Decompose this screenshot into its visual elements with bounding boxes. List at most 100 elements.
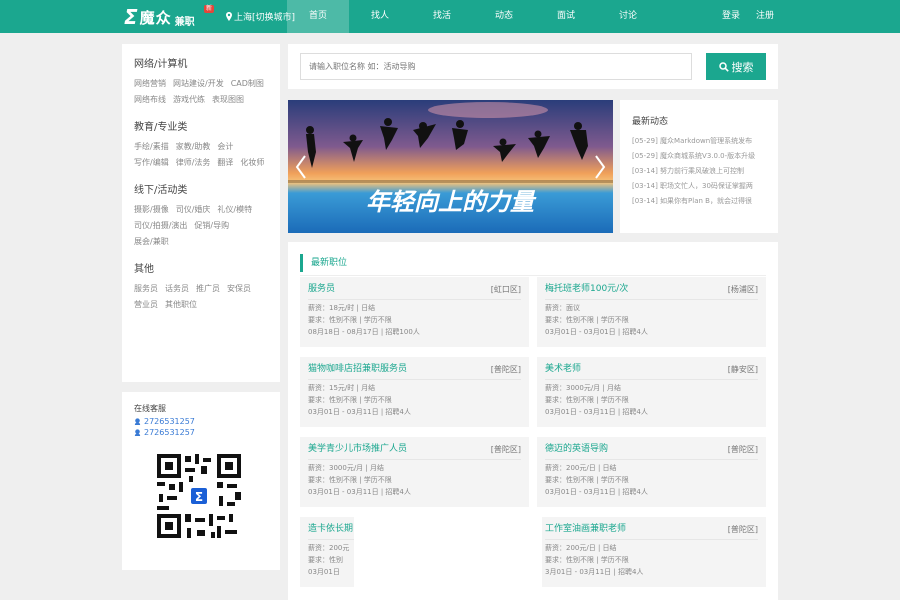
news-item[interactable]: [03-14] 努力前行乘风破浪上可控制 [632, 164, 770, 179]
job-salary: 薪资：15元/时 | 月结 [308, 384, 376, 392]
category-link[interactable]: 礼仪/模特 [217, 202, 252, 218]
job-title[interactable]: 德迈的英语导购 [545, 443, 758, 456]
category-title: 其他 [134, 264, 154, 275]
search-icon [718, 61, 729, 72]
job-title[interactable]: 服务员 [308, 283, 521, 296]
job-card[interactable]: 工作室油画兼职老师 [普陀区] 薪资：200元/日 | 日结要求：性别不限 | 学历… [537, 517, 766, 587]
category-link[interactable]: 化妆师 [240, 155, 264, 171]
job-period: 03月01日 - 03月11日 | 招聘4人 [545, 408, 648, 416]
job-card[interactable]: 美学青少儿市场推广人员 [普陀区] 薪资：3000元/月 | 月结 要求：性别不限 |… [300, 437, 529, 507]
card-divider [545, 299, 758, 300]
job-title[interactable]: 猫物咖啡店招兼职服务员 [308, 363, 521, 376]
category-link[interactable]: 服务员 [134, 281, 158, 297]
job-district: [普陀区] [727, 525, 758, 534]
category-link[interactable]: 网络营销 [134, 76, 166, 92]
nav-discussion[interactable]: 讨论 [597, 0, 659, 33]
service-title: 在线客服 [134, 404, 166, 413]
job-district: [普陀区] [490, 445, 521, 454]
job-search-input[interactable] [300, 53, 692, 80]
city-switcher[interactable]: 上海[切换城市] [226, 10, 295, 23]
search-button[interactable]: 搜索 [706, 53, 766, 80]
job-period: 03月01日 - 03月11日 | 招聘4人 [308, 408, 411, 416]
qq-number: 2726531257 [144, 417, 195, 426]
search-button-label: 搜索 [731, 61, 754, 74]
job-period: 03月01日 - 03月01日 | 招聘4人 [545, 328, 648, 336]
category-link[interactable]: CAD制图 [231, 76, 264, 92]
job-period: 03月01日 - 03月11日 | 招聘4人 [308, 488, 411, 496]
qq-contact[interactable]: 2726531257 [134, 427, 280, 438]
job-district: [普陀区] [490, 365, 521, 374]
job-salary: 薪资：200元/日 | 日结 [545, 464, 617, 472]
category-link[interactable]: 营业员 [134, 297, 158, 313]
site-logo[interactable]: Σ 魔众 兼职 新 [124, 5, 215, 29]
category-link[interactable]: 写作/编辑 [134, 155, 169, 171]
job-card[interactable]: 服务员 [虹口区] 薪资：18元/时 | 日结 要求：性别不限 | 学历不限 08月18… [300, 277, 529, 347]
job-requirement: 要求：性别不限 | 学历不限 [545, 556, 629, 564]
category-link[interactable]: 推广员 [196, 281, 220, 297]
job-title[interactable]: 工作室油画兼职老师 [545, 523, 758, 536]
category-link[interactable]: 网站建设/开发 [173, 76, 224, 92]
job-district: [杨浦区] [727, 285, 758, 294]
hero-banner[interactable]: 年轻向上的力量 [288, 100, 613, 233]
category-link[interactable]: 司仪/拍摄/演出 [134, 218, 187, 234]
category-link[interactable]: 展会/兼职 [134, 234, 169, 250]
category-links: 网络营销 网站建设/开发 CAD制图网络布线 游戏代练 表现图图 [134, 76, 272, 108]
job-salary: 薪资：18元/时 | 日结 [308, 304, 376, 312]
category-link[interactable]: 促销/导购 [194, 218, 229, 234]
category-link[interactable]: 手绘/素描 [134, 139, 169, 155]
category-title: 线下/活动类 [134, 185, 188, 196]
banner-next-arrow[interactable] [593, 154, 607, 180]
nav-news[interactable]: 动态 [473, 0, 535, 33]
logo-mark: Σ [124, 5, 138, 29]
job-card[interactable]: 德迈的英语导购 [普陀区] 薪资：200元/日 | 日结 要求：性别不限 | 学历不限… [537, 437, 766, 507]
category-link[interactable]: 游戏代练 [173, 92, 205, 108]
job-requirement: 要求：性别不限 | 学历不限 [545, 396, 629, 404]
nav-find-work[interactable]: 找活 [411, 0, 473, 33]
nav-interview[interactable]: 面试 [535, 0, 597, 33]
news-item[interactable]: [03-14] 职场文忙人，30码保证掌握两 [632, 179, 770, 194]
news-item[interactable]: [05-29] 魔众商城系统V3.0.0-版本升级 [632, 149, 770, 164]
news-item[interactable]: [05-29] 魔众Markdown管理系统发布 [632, 134, 770, 149]
card-divider [545, 539, 758, 540]
jobs-divider [300, 275, 766, 276]
qq-contact[interactable]: 2726531257 [134, 416, 280, 427]
job-salary: 薪资：200元/日 | 日结 [545, 544, 617, 552]
login-link[interactable]: 登录 [722, 0, 740, 33]
job-salary: 薪资：面议 [545, 304, 580, 312]
news-item[interactable]: [03-14] 如果你有Plan B，就会过得很 [632, 194, 770, 209]
job-district: [虹口区] [490, 285, 521, 294]
online-service-panel: 在线客服 2726531257 2726531257 Σ [122, 392, 280, 570]
category-link[interactable]: 翻译 [217, 155, 233, 171]
top-navigation-bar: Σ 魔众 兼职 新 上海[切换城市] 首页 找人 找活 动态 面试 讨论 登录 … [0, 0, 900, 33]
job-card[interactable]: 美术老师 [静安区] 薪资：3000元/月 | 月结 要求：性别不限 | 学历不限 03… [537, 357, 766, 427]
job-period: 3月01日 - 03月11日 | 招聘4人 [545, 568, 644, 576]
logo-subtitle: 兼职 [174, 16, 195, 28]
category-link[interactable]: 网络布线 [134, 92, 166, 108]
category-link[interactable]: 表现图图 [212, 92, 244, 108]
category-link[interactable]: 摄影/摄像 [134, 202, 169, 218]
category-link[interactable]: 会计 [217, 139, 233, 155]
category-link[interactable]: 司仪/婚庆 [176, 202, 211, 218]
job-district: [普陀区] [727, 445, 758, 454]
job-card[interactable]: 猫物咖啡店招兼职服务员 [普陀区] 薪资：15元/时 | 月结 要求：性别不限 | 学… [300, 357, 529, 427]
job-district: [静安区] [727, 365, 758, 374]
job-title[interactable]: 梅托班老师100元/次 [545, 283, 758, 296]
category-link[interactable]: 安保员 [227, 281, 251, 297]
category-links: 摄影/摄像 司仪/婚庆 礼仪/模特司仪/拍摄/演出 促销/导购展会/兼职 [134, 202, 272, 250]
job-card[interactable]: 梅托班老师100元/次 [杨浦区] 薪资：面议 要求：性别不限 | 学历不限 03月01… [537, 277, 766, 347]
main-nav: 首页 找人 找活 动态 面试 讨论 [287, 0, 659, 33]
job-title[interactable]: 美学青少儿市场推广人员 [308, 443, 521, 456]
category-title: 网络/计算机 [134, 59, 188, 70]
category-link[interactable]: 律师/法务 [176, 155, 211, 171]
qq-number: 2726531257 [144, 428, 195, 437]
nav-find-people[interactable]: 找人 [349, 0, 411, 33]
card-divider [308, 459, 521, 460]
nav-home[interactable]: 首页 [287, 0, 349, 33]
category-link[interactable]: 话务员 [165, 281, 189, 297]
banner-prev-arrow[interactable] [294, 154, 308, 180]
category-link[interactable]: 家教/助教 [176, 139, 211, 155]
category-link[interactable]: 其他职位 [165, 297, 197, 313]
job-title[interactable]: 美术老师 [545, 363, 758, 376]
category-sidebar: 网络/计算机 网络营销 网站建设/开发 CAD制图网络布线 游戏代练 表现图图 教育/专业类… [122, 44, 280, 382]
register-link[interactable]: 注册 [756, 0, 774, 33]
